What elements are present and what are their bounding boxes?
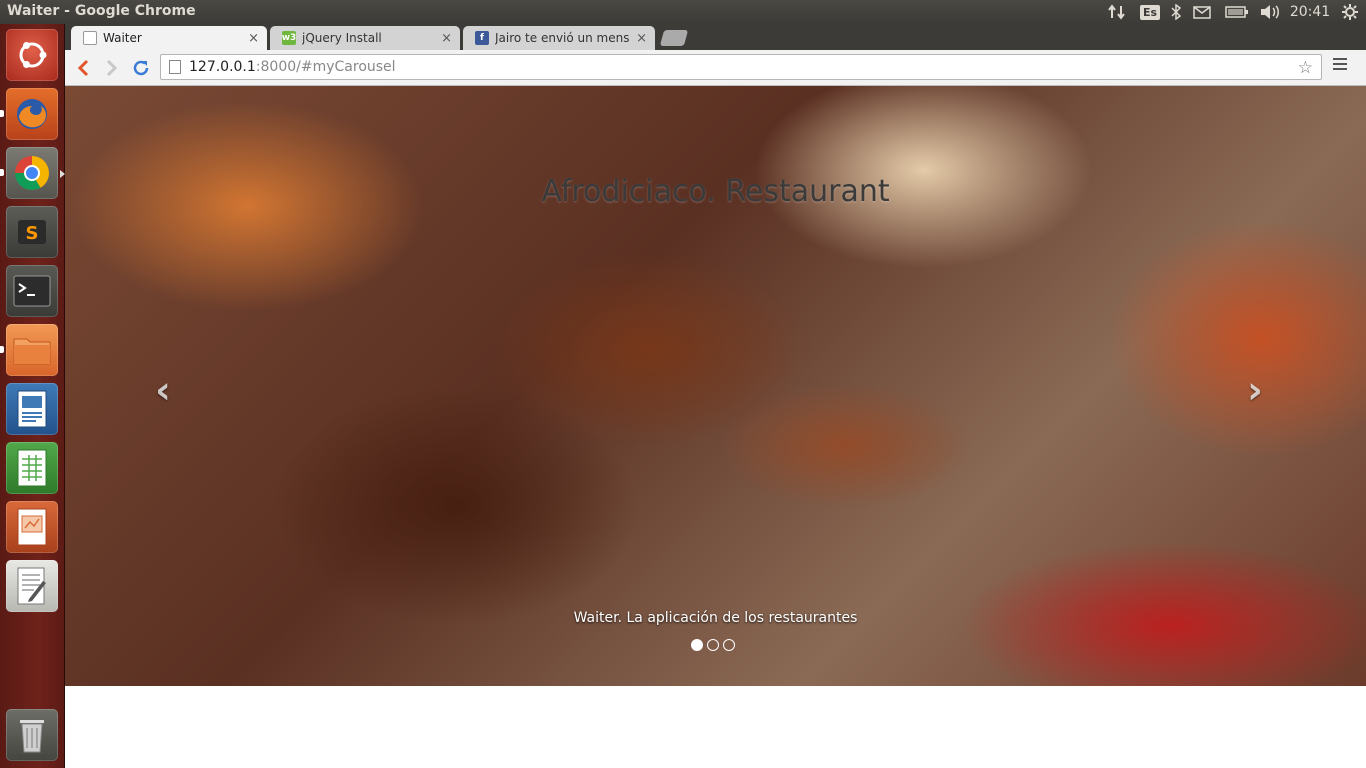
carousel: Afrodiciaco. Restaurant ‹ › Waiter. La a… (65, 86, 1366, 686)
forward-icon[interactable] (100, 56, 124, 80)
tab-waiter[interactable]: Waiter × (71, 26, 267, 50)
network-icon[interactable] (1105, 0, 1129, 24)
url-host: 127.0.0.1 (189, 59, 256, 75)
page-icon (169, 60, 181, 74)
tab-label: Waiter (103, 31, 142, 45)
keyboard-layout-label: Es (1139, 4, 1161, 20)
ubuntu-logo-icon[interactable] (6, 29, 58, 81)
sublime-icon[interactable]: S (6, 206, 58, 258)
close-icon[interactable]: × (248, 31, 259, 46)
bluetooth-icon[interactable] (1168, 0, 1184, 24)
svg-text:S: S (26, 223, 39, 244)
chrome-menu-icon[interactable] (1333, 58, 1347, 72)
carousel-indicator-3[interactable] (723, 639, 735, 651)
window-title: Waiter - Google Chrome (7, 3, 196, 19)
folder-icon[interactable] (6, 324, 58, 376)
w3-icon: w3 (281, 31, 297, 45)
calc-icon[interactable] (6, 442, 58, 494)
close-icon[interactable]: × (636, 31, 647, 46)
page-icon (83, 31, 97, 45)
tab-label: Jairo te envió un mensaje (495, 31, 630, 45)
facebook-icon: f (475, 31, 489, 45)
firefox-icon[interactable] (6, 88, 58, 140)
trash-icon[interactable] (6, 709, 58, 761)
tab-jquery-install[interactable]: w3 jQuery Install × (270, 26, 460, 50)
tab-strip: Waiter × w3 jQuery Install × f Jairo te … (65, 24, 1366, 50)
reload-icon[interactable] (129, 56, 153, 80)
address-bar[interactable]: 127.0.0.1:8000/#myCarousel ☆ (160, 54, 1322, 80)
carousel-prev-icon[interactable]: ‹ (143, 368, 183, 412)
carousel-caption: Waiter. La aplicación de los restaurante… (573, 610, 858, 626)
carousel-indicators (691, 639, 735, 651)
page-viewport: Afrodiciaco. Restaurant ‹ › Waiter. La a… (65, 86, 1366, 768)
close-icon[interactable]: × (441, 31, 452, 46)
carousel-title: Afrodiciaco. Restaurant (541, 174, 890, 209)
carousel-indicator-1[interactable] (691, 639, 703, 651)
chrome-icon[interactable] (6, 147, 58, 199)
writer-icon[interactable] (6, 383, 58, 435)
clock[interactable]: 20:41 (1290, 0, 1330, 24)
browser-toolbar: 127.0.0.1:8000/#myCarousel ☆ (65, 50, 1366, 86)
system-gear-icon[interactable] (1338, 0, 1362, 24)
mail-icon[interactable] (1190, 0, 1214, 24)
tab-label: jQuery Install (302, 31, 382, 45)
terminal-icon[interactable] (6, 265, 58, 317)
keyboard-layout-icon[interactable]: Es (1139, 0, 1161, 24)
launcher: S (0, 24, 65, 768)
new-tab-button[interactable] (659, 30, 689, 46)
carousel-indicator-2[interactable] (707, 639, 719, 651)
top-panel: Waiter - Google Chrome Es 20:41 (0, 0, 1366, 24)
back-icon[interactable] (71, 56, 95, 80)
url-path: :8000/#myCarousel (255, 59, 396, 75)
impress-icon[interactable] (6, 501, 58, 553)
volume-icon[interactable] (1258, 0, 1282, 24)
text-editor-icon[interactable] (6, 560, 58, 612)
tab-facebook-message[interactable]: f Jairo te envió un mensaje × (463, 26, 655, 50)
battery-icon[interactable] (1224, 0, 1250, 24)
carousel-next-icon[interactable]: › (1235, 368, 1275, 412)
bookmark-star-icon[interactable]: ☆ (1298, 58, 1313, 78)
